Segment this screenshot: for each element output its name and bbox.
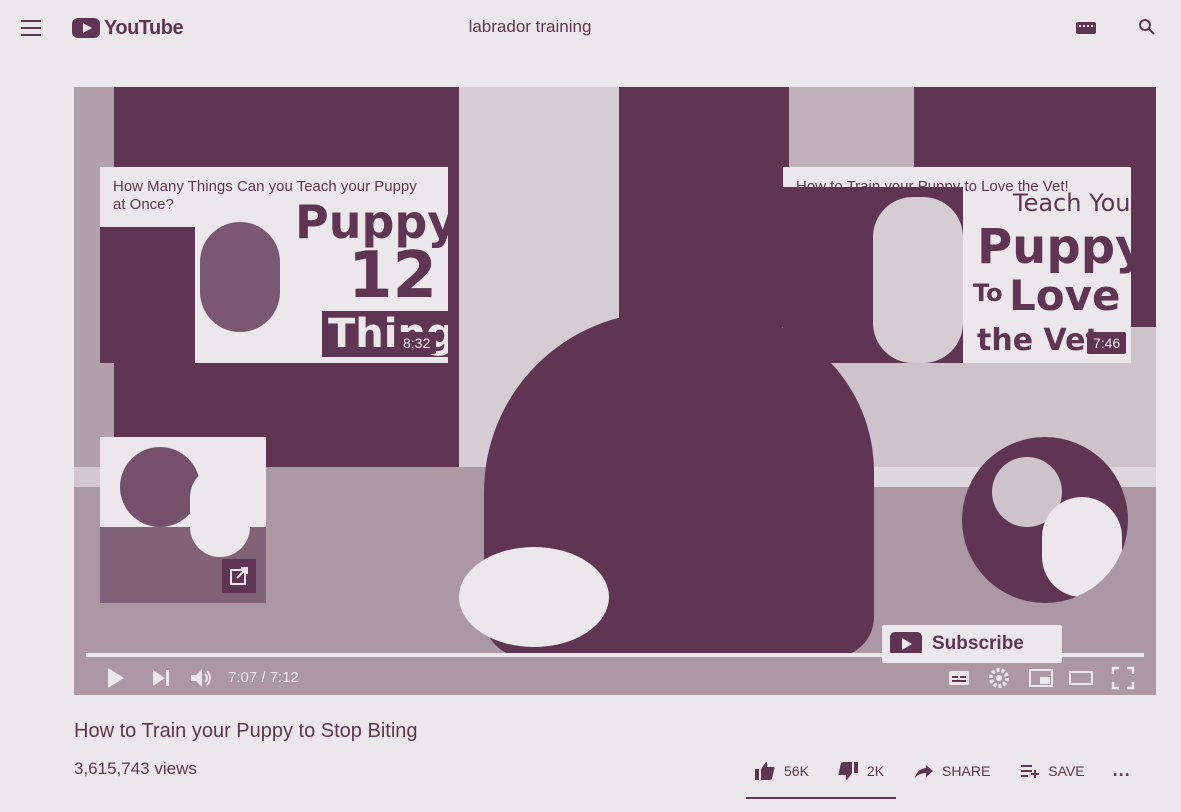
thumbs-down-icon	[838, 761, 858, 780]
end-screen-link-card[interactable]	[100, 437, 266, 603]
end-screen-video-card[interactable]: Teach Your Puppy To Love the Vet How to …	[783, 167, 1131, 363]
save-label: SAVE	[1048, 762, 1085, 779]
search-query[interactable]: labrador training	[380, 17, 680, 37]
theater-mode-icon[interactable]	[1068, 665, 1094, 691]
like-button[interactable]: 56K	[754, 761, 809, 781]
card-title: How Many Things Can you Teach your Puppy…	[113, 178, 417, 213]
share-icon	[915, 764, 934, 778]
dislike-count: 2K	[866, 762, 885, 779]
logo-text: YouTube	[104, 16, 184, 39]
progress-bar[interactable]	[86, 653, 1144, 657]
search-icon[interactable]	[1138, 18, 1156, 36]
card-title: How to Train your Puppy to Love the Vet!	[796, 178, 1069, 195]
save-button[interactable]: SAVE	[1020, 762, 1085, 779]
video-actions: 56K 2K SHARE SAVE ...	[754, 760, 1131, 781]
external-link-icon	[222, 559, 256, 593]
like-count: 56K	[784, 762, 809, 779]
end-screen-channel-card[interactable]	[962, 437, 1128, 603]
thumbnail-text: To	[973, 279, 1003, 307]
thumbnail-text: Puppy	[977, 219, 1131, 275]
more-icon: ...	[1112, 760, 1131, 780]
miniplayer-icon[interactable]	[1028, 665, 1054, 691]
keyboard-icon[interactable]	[1076, 22, 1096, 34]
settings-icon[interactable]	[986, 665, 1012, 691]
thumbnail-text: 12	[348, 239, 438, 313]
video-player[interactable]: Puppy 12 Things How Many Things Can you …	[74, 87, 1156, 695]
time-display: 7:07 / 7:12	[228, 669, 299, 686]
youtube-logo[interactable]: YouTube	[72, 14, 184, 42]
subscribe-button[interactable]: Subscribe	[882, 625, 1062, 663]
video-title: How to Train your Puppy to Stop Biting	[74, 720, 418, 742]
sentiment-bar	[746, 797, 896, 799]
youtube-play-logo-icon	[72, 18, 100, 38]
card-duration: 8:32	[397, 332, 437, 354]
play-icon[interactable]	[102, 665, 128, 691]
progress-played	[86, 653, 1134, 657]
thumbs-up-icon	[755, 761, 775, 780]
more-actions-button[interactable]: ...	[1113, 760, 1131, 781]
share-label: SHARE	[942, 762, 991, 779]
playlist-add-icon	[1021, 764, 1040, 778]
next-icon[interactable]	[148, 665, 174, 691]
volume-icon[interactable]	[188, 665, 214, 691]
dislike-button[interactable]: 2K	[837, 761, 884, 781]
thumbnail-text: the Vet	[977, 323, 1100, 358]
view-count: 3,615,743 views	[74, 759, 197, 778]
captions-icon[interactable]	[946, 665, 972, 691]
player-controls: 7:07 / 7:12	[74, 661, 1156, 695]
subscribe-label: Subscribe	[932, 633, 1024, 654]
card-duration: 7:46	[1087, 332, 1127, 354]
thumbnail-text: Love	[1009, 271, 1121, 320]
end-screen-video-card[interactable]: Puppy 12 Things How Many Things Can you …	[100, 167, 448, 363]
fullscreen-icon[interactable]	[1110, 665, 1136, 691]
menu-icon[interactable]	[21, 20, 41, 36]
share-button[interactable]: SHARE	[914, 763, 990, 779]
